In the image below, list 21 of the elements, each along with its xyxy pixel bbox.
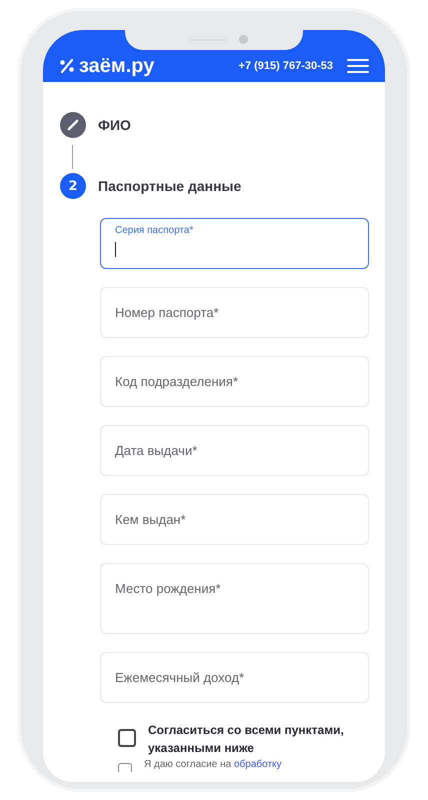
step-label: Паспортные данные: [98, 178, 242, 194]
consent-text: Я даю согласие на обработку: [144, 759, 282, 770]
input-field[interactable]: Номер паспорта*: [100, 287, 369, 338]
step-label: ФИО: [98, 117, 131, 133]
input-field[interactable]: Серия паспорта*: [100, 218, 369, 269]
input-field[interactable]: Дата выдачи*: [100, 425, 369, 476]
phone-number[interactable]: +7 (915) 767-30-53: [238, 60, 333, 72]
input-field[interactable]: Кем выдан*: [100, 494, 369, 545]
input-field[interactable]: Код подразделения*: [100, 356, 369, 407]
input-field[interactable]: Ежемесячный доход*: [100, 652, 369, 703]
input-field[interactable]: Место рождения*: [100, 563, 369, 634]
step-connector: [72, 145, 73, 169]
logo-text[interactable]: заём.ру: [79, 54, 154, 78]
step-pencil-icon: [60, 112, 86, 138]
checkbox[interactable]: [118, 729, 136, 747]
menu-icon[interactable]: [347, 58, 369, 74]
percent-logo-icon: [59, 59, 75, 73]
checkbox[interactable]: [118, 763, 132, 772]
consent-label: Согласиться со всеми пунктами, указанными ниже: [148, 722, 345, 757]
step-number: 2: [60, 173, 86, 199]
processing-link[interactable]: обработку: [234, 759, 282, 770]
